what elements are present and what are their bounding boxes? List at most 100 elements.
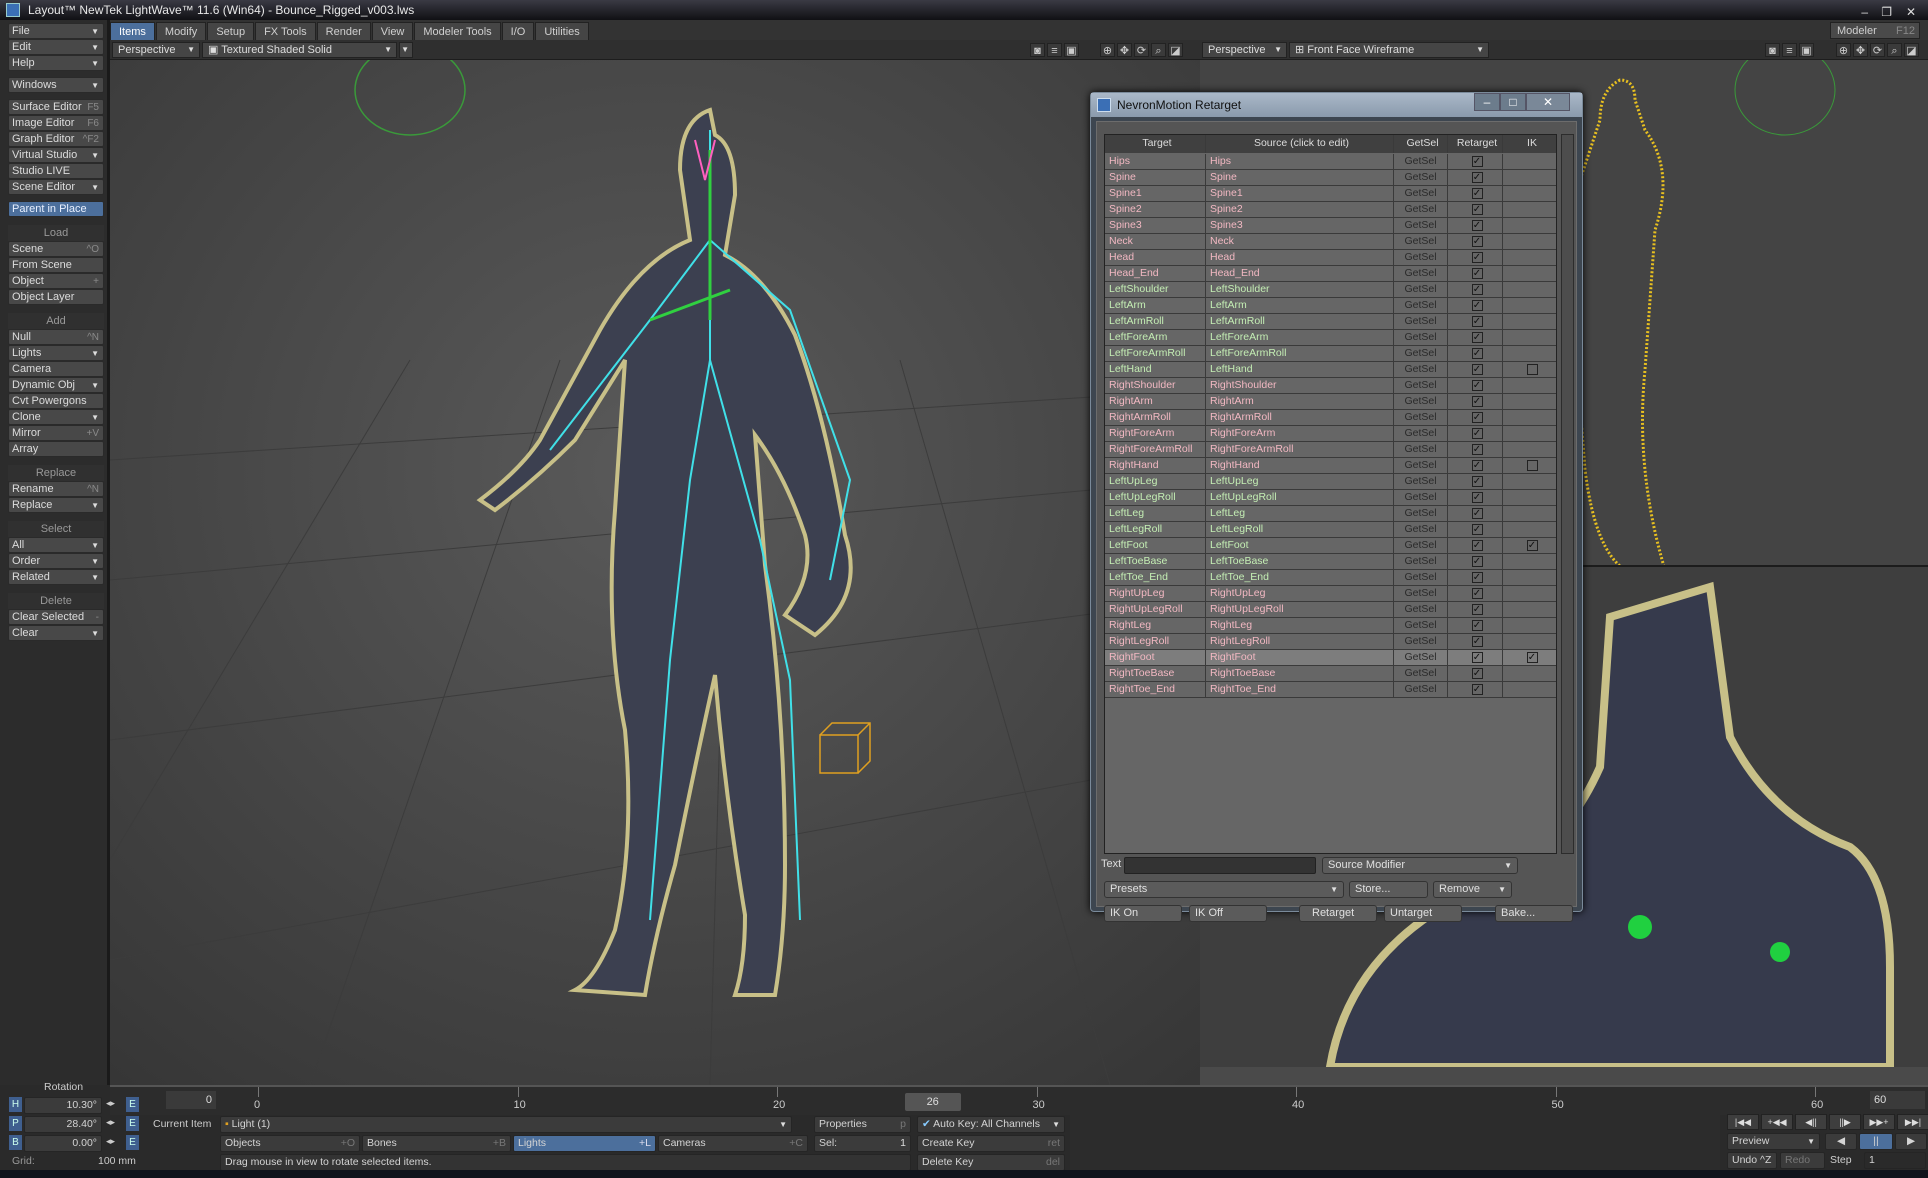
getsel-button[interactable]: GetSel xyxy=(1394,490,1448,506)
table-row[interactable]: LeftToeBase LeftToeBase GetSel ✓ xyxy=(1105,554,1556,570)
source-cell[interactable]: Spine2 xyxy=(1206,202,1394,218)
source-cell[interactable]: RightToe_End xyxy=(1206,682,1394,698)
source-cell[interactable]: RightUpLegRoll xyxy=(1206,602,1394,618)
retarget-checkbox[interactable]: ✓ xyxy=(1471,300,1483,311)
getsel-button[interactable]: GetSel xyxy=(1394,538,1448,554)
source-cell[interactable]: RightShoulder xyxy=(1206,378,1394,394)
rotation-b-field[interactable]: 0.00° xyxy=(24,1135,102,1152)
source-cell[interactable]: RightArm xyxy=(1206,394,1394,410)
rotate-view-icon[interactable]: ⟳ xyxy=(1870,43,1885,57)
preview-dropdown[interactable]: Preview ▼ xyxy=(1727,1133,1820,1150)
source-cell[interactable]: Head xyxy=(1206,250,1394,266)
table-row[interactable]: RightToe_End RightToe_End GetSel ✓ xyxy=(1105,682,1556,698)
getsel-button[interactable]: GetSel xyxy=(1394,586,1448,602)
current-frame-slider[interactable]: 26 xyxy=(904,1093,961,1111)
source-cell[interactable]: RightUpLeg xyxy=(1206,586,1394,602)
retarget-checkbox[interactable]: ✓ xyxy=(1471,428,1483,439)
source-cell[interactable]: RightArmRoll xyxy=(1206,410,1394,426)
retarget-checkbox[interactable]: ✓ xyxy=(1471,236,1483,247)
slider-arrows-icon[interactable]: ◂▸ xyxy=(106,1117,115,1128)
pan-icon[interactable]: ✥ xyxy=(1117,43,1132,57)
source-cell[interactable]: LeftArmRoll xyxy=(1206,314,1394,330)
slider-arrows-icon[interactable]: ◂▸ xyxy=(106,1098,115,1109)
tab-fx-tools[interactable]: FX Tools xyxy=(255,22,316,40)
sidebar-item-image-editor[interactable]: Image Editor F6 xyxy=(8,115,104,131)
sidebar-item-related[interactable]: Related ▼ xyxy=(8,569,104,585)
getsel-button[interactable]: GetSel xyxy=(1394,522,1448,538)
column-header[interactable]: IK xyxy=(1503,135,1556,153)
sidebar-item-cvt-powergons[interactable]: Cvt Powergons xyxy=(8,393,104,409)
list-icon[interactable]: ≡ xyxy=(1782,43,1797,57)
minimize-button[interactable]: – xyxy=(1861,2,1868,22)
sidebar-item-mirror[interactable]: Mirror +V xyxy=(8,425,104,441)
table-row[interactable]: LeftLegRoll LeftLegRoll GetSel ✓ xyxy=(1105,522,1556,538)
retarget-checkbox[interactable]: ✓ xyxy=(1471,316,1483,327)
retarget-checkbox[interactable]: ✓ xyxy=(1471,444,1483,455)
ik-checkbox[interactable]: ✓ xyxy=(1526,540,1538,551)
sidebar-item-parent-in-place[interactable]: Parent in Place xyxy=(8,201,104,217)
ik-checkbox[interactable] xyxy=(1526,364,1538,375)
auto-key-dropdown[interactable]: ✔ Auto Key: All Channels ▼ xyxy=(917,1116,1065,1133)
table-row[interactable]: RightHand RightHand GetSel ✓ xyxy=(1105,458,1556,474)
sidebar-item-rename[interactable]: Rename ^N xyxy=(8,481,104,497)
getsel-button[interactable]: GetSel xyxy=(1394,170,1448,186)
sidebar-item-from-scene[interactable]: From Scene xyxy=(8,257,104,273)
tab-setup[interactable]: Setup xyxy=(207,22,255,40)
redo-button[interactable]: Redo xyxy=(1780,1152,1825,1169)
table-row[interactable]: Head Head GetSel ✓ xyxy=(1105,250,1556,266)
getsel-button[interactable]: GetSel xyxy=(1394,618,1448,634)
sidebar-item-object-layer[interactable]: Object Layer xyxy=(8,289,104,305)
sidebar-item-edit[interactable]: Edit ▼ xyxy=(8,39,104,55)
ik-checkbox[interactable] xyxy=(1526,460,1538,471)
scene-3d-view[interactable] xyxy=(110,44,1200,1085)
getsel-button[interactable]: GetSel xyxy=(1394,634,1448,650)
close-button[interactable]: ✕ xyxy=(1906,2,1916,22)
maximize-viewport-icon[interactable]: ◪ xyxy=(1904,43,1919,57)
column-header[interactable]: Target xyxy=(1105,135,1206,153)
table-row[interactable]: LeftToe_End LeftToe_End GetSel ✓ xyxy=(1105,570,1556,586)
table-row[interactable]: LeftUpLeg LeftUpLeg GetSel ✓ xyxy=(1105,474,1556,490)
pan-icon[interactable]: ✥ xyxy=(1853,43,1868,57)
render-mode-dropdown[interactable]: ⊞ Front Face Wireframe ▼ xyxy=(1289,42,1489,58)
source-cell[interactable]: RightLegRoll xyxy=(1206,634,1394,650)
first-frame-button[interactable]: |◀◀ xyxy=(1727,1114,1759,1130)
getsel-button[interactable]: GetSel xyxy=(1394,426,1448,442)
source-cell[interactable]: RightToeBase xyxy=(1206,666,1394,682)
source-cell[interactable]: RightHand xyxy=(1206,458,1394,474)
dialog-close-button[interactable]: ✕ xyxy=(1526,93,1570,111)
bake-button[interactable]: Bake... xyxy=(1495,905,1573,922)
sidebar-item-file[interactable]: File ▼ xyxy=(8,23,104,39)
retarget-checkbox[interactable]: ✓ xyxy=(1471,636,1483,647)
retarget-checkbox[interactable]: ✓ xyxy=(1471,204,1483,215)
sidebar-item-clear-selected[interactable]: Clear Selected - xyxy=(8,609,104,625)
retarget-checkbox[interactable]: ✓ xyxy=(1471,412,1483,423)
table-row[interactable]: Neck Neck GetSel ✓ xyxy=(1105,234,1556,250)
retarget-checkbox[interactable]: ✓ xyxy=(1471,556,1483,567)
getsel-button[interactable]: GetSel xyxy=(1394,442,1448,458)
table-row[interactable]: LeftArm LeftArm GetSel ✓ xyxy=(1105,298,1556,314)
getsel-button[interactable]: GetSel xyxy=(1394,202,1448,218)
create-key-button[interactable]: Create Key ret xyxy=(917,1135,1065,1152)
source-cell[interactable]: LeftForeArmRoll xyxy=(1206,346,1394,362)
ik-on-button[interactable]: IK On xyxy=(1104,905,1182,922)
getsel-button[interactable]: GetSel xyxy=(1394,394,1448,410)
table-row[interactable]: LeftShoulder LeftShoulder GetSel ✓ xyxy=(1105,282,1556,298)
text-input[interactable] xyxy=(1124,857,1316,874)
sidebar-item-virtual-studio[interactable]: Virtual Studio ▼ xyxy=(8,147,104,163)
retarget-checkbox[interactable]: ✓ xyxy=(1471,492,1483,503)
sidebar-item-studio-live[interactable]: Studio LIVE xyxy=(8,163,104,179)
retarget-checkbox[interactable]: ✓ xyxy=(1471,172,1483,183)
retarget-checkbox[interactable]: ✓ xyxy=(1471,604,1483,615)
source-cell[interactable]: LeftToeBase xyxy=(1206,554,1394,570)
source-cell[interactable]: Spine3 xyxy=(1206,218,1394,234)
dialog-title-bar[interactable]: NevronMotion Retarget – □ ✕ xyxy=(1091,93,1582,117)
getsel-button[interactable]: GetSel xyxy=(1394,378,1448,394)
viewport-options-dropdown[interactable]: ▼ xyxy=(399,42,413,58)
rotation-h-field[interactable]: 10.30° xyxy=(24,1097,102,1114)
source-cell[interactable]: LeftToe_End xyxy=(1206,570,1394,586)
retarget-checkbox[interactable]: ✓ xyxy=(1471,396,1483,407)
getsel-button[interactable]: GetSel xyxy=(1394,682,1448,698)
move-view-icon[interactable]: ⊕ xyxy=(1100,43,1115,57)
tab-items[interactable]: Items xyxy=(110,22,155,40)
retarget-checkbox[interactable]: ✓ xyxy=(1471,220,1483,231)
